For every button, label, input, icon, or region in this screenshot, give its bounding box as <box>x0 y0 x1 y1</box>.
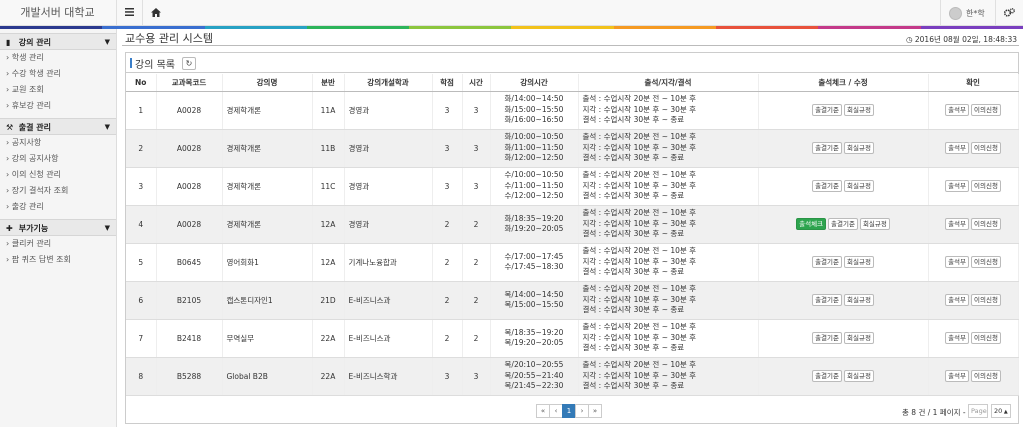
prev-page-button[interactable]: ‹ <box>549 404 563 418</box>
gears-icon <box>1003 7 1015 19</box>
first-page-button[interactable]: « <box>536 404 550 418</box>
next-page-button[interactable]: › <box>575 404 589 418</box>
hamburger-icon <box>125 8 134 18</box>
pagination: « ‹ 1 › » <box>536 404 602 418</box>
settings-button[interactable] <box>995 0 1023 26</box>
top-navbar: 개발서버 대학교 한*학 <box>0 0 1023 26</box>
menu-toggle-button[interactable] <box>116 0 142 26</box>
page-size-select[interactable]: 20 ▲ <box>991 404 1011 418</box>
footer-layer: « ‹ 1 › » 총 8 건 / 1 페이지 - Page 20 ▲ <box>0 29 1023 427</box>
current-page-button[interactable]: 1 <box>562 404 576 418</box>
caret-icon: ▲ <box>1002 409 1008 415</box>
user-name: 한*학 <box>966 8 985 18</box>
record-summary: 총 8 건 / 1 페이지 - <box>902 408 966 417</box>
avatar <box>949 6 962 20</box>
user-menu[interactable]: 한*학 <box>940 0 995 26</box>
last-page-button[interactable]: » <box>588 404 602 418</box>
home-icon <box>150 7 161 19</box>
home-button[interactable] <box>142 0 168 26</box>
page-number-input[interactable]: Page <box>968 404 988 418</box>
brand-title[interactable]: 개발서버 대학교 <box>0 0 115 26</box>
